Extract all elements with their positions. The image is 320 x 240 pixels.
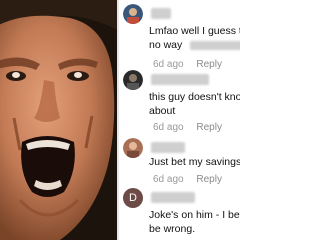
comment-age: 6d ago xyxy=(153,122,184,133)
comment-text-line2: about xyxy=(149,105,176,117)
comment-meta: 6d ago Reply xyxy=(153,122,222,133)
reply-button[interactable]: Reply xyxy=(196,59,222,70)
comment-text-line1: Joke's on him - I bet xyxy=(149,209,240,221)
avatar[interactable] xyxy=(123,4,143,24)
comment-text-line2: be wrong. xyxy=(149,223,196,235)
comment-age: 6d ago xyxy=(153,174,184,185)
username-redacted xyxy=(151,142,185,153)
comment-text-line2: no way xyxy=(149,38,240,52)
photo-shouting-man xyxy=(0,0,117,240)
redacted-text xyxy=(190,40,240,50)
comment-meta: 6d ago Reply xyxy=(153,174,222,185)
avatar-photo-icon xyxy=(123,4,143,24)
avatar[interactable]: D xyxy=(123,188,143,208)
avatar-photo-icon xyxy=(123,70,143,90)
comment-thread[interactable]: Lmfao well I guess th no way 6d ago Repl… xyxy=(119,0,240,240)
avatar-photo-icon xyxy=(123,138,143,158)
comment-text-line2-text: no way xyxy=(149,39,183,51)
comment-text-line1: Just bet my savings xyxy=(149,156,240,168)
reply-button[interactable]: Reply xyxy=(196,122,222,133)
comment-text-line1: Lmfao well I guess th xyxy=(149,25,240,37)
face-illustration xyxy=(0,0,117,240)
comment-age: 6d ago xyxy=(153,59,184,70)
username-redacted xyxy=(151,192,195,203)
comment-meta: 6d ago Reply xyxy=(153,59,222,70)
username-redacted xyxy=(151,74,209,85)
username-redacted xyxy=(151,8,171,19)
avatar[interactable] xyxy=(123,138,143,158)
comment-text-line1: this guy doesn't kno xyxy=(149,91,240,103)
avatar[interactable] xyxy=(123,70,143,90)
reply-button[interactable]: Reply xyxy=(196,174,222,185)
